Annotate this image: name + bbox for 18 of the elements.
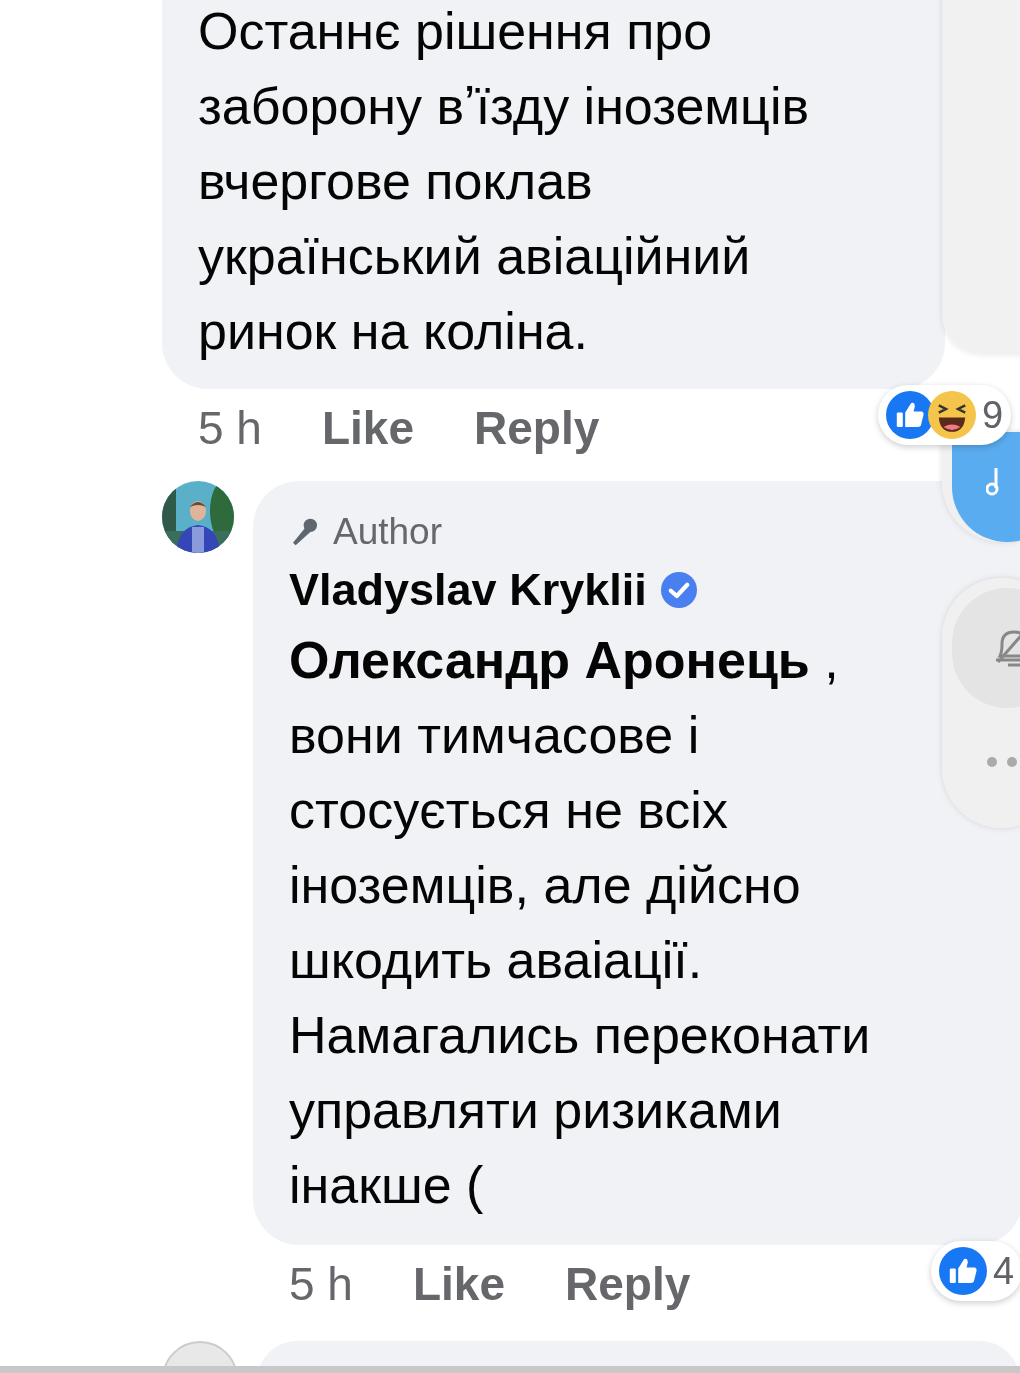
author-name[interactable]: Vladyslav Kryklii [289, 564, 647, 616]
like-link[interactable]: Like [412, 1257, 505, 1311]
reaction-pill[interactable]: 9 [878, 385, 1012, 445]
timestamp: 5 h [289, 1257, 353, 1311]
thumbs-up-icon [939, 1247, 987, 1295]
thumbs-up-icon [886, 391, 934, 439]
reply-link[interactable]: Reply [565, 1257, 691, 1311]
comment-text: Олександр Аронець , вони тимчасове і стосується не всіх іноземців, але дійсно шкодить аваіації. Намагались переконати управляти ризиками інакше ( [289, 630, 872, 1216]
more-icon[interactable] [986, 756, 1020, 768]
author-label: Author [333, 511, 442, 553]
reaction-count: 9 [982, 393, 1004, 437]
timestamp: 5 h [198, 401, 262, 455]
reply-link[interactable]: Reply [474, 401, 600, 455]
reaction-count: 4 [993, 1249, 1015, 1293]
comment-text: Останнє рішення про заборону вʼїзду іноземців вчергове поклав український авіаційний ринок на коліна. [198, 1, 811, 362]
reaction-pill[interactable]: 4 [931, 1241, 1020, 1301]
like-link[interactable]: Like [321, 401, 414, 455]
laughing-emoji-icon [928, 391, 976, 439]
